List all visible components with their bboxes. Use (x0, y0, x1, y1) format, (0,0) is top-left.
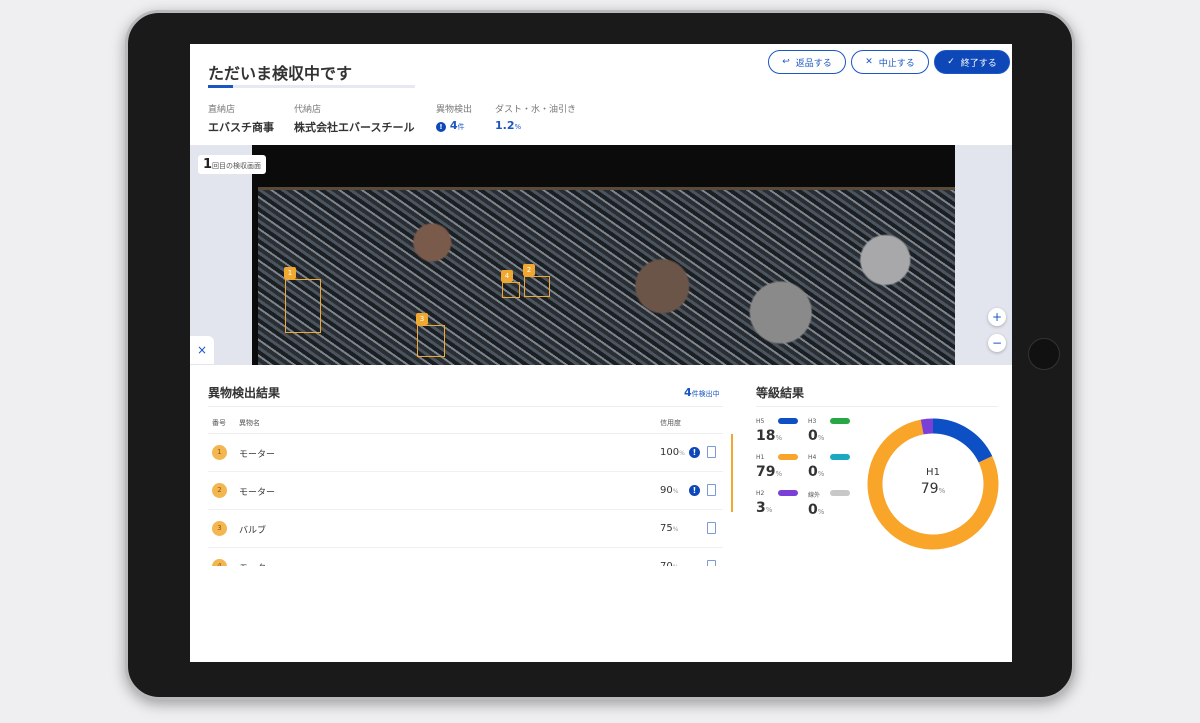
scrollbar[interactable] (731, 434, 733, 512)
finish-button[interactable]: ✓ 終了する (934, 50, 1010, 74)
info-dust: ダスト・水・油引き 1.2% (495, 105, 577, 132)
row-confidence: 90% (660, 485, 679, 496)
legend-item: H2 3% (756, 490, 798, 516)
return-arrow-icon: ↩ (782, 57, 790, 67)
row-confidence: 100% (660, 447, 685, 458)
return-button[interactable]: ↩ 返品する (768, 50, 846, 74)
foreign-list: 1 モーター 100% ! 2 モーター 90% ! 3 バルブ 75% 4 モ… (190, 434, 735, 566)
foreign-title: 異物検出結果 (208, 386, 281, 400)
trash-icon[interactable] (707, 560, 716, 566)
page-title: ただいま検収中です (208, 64, 353, 83)
trash-icon[interactable] (707, 522, 716, 534)
info-direct-store: 直納店 エバスチ商事 (208, 105, 274, 134)
stop-button[interactable]: ✕ 中止する (851, 50, 929, 74)
detection-box[interactable]: 2 (523, 264, 550, 297)
progress-bar (208, 85, 415, 88)
foreign-count: 4件検出中 (684, 386, 720, 399)
capture-label: 1回目の検収画面 (198, 155, 267, 174)
detection-box[interactable]: 4 (501, 270, 520, 298)
donut-slice-h2 (920, 418, 934, 435)
alert-icon[interactable]: ! (689, 447, 700, 458)
home-button[interactable] (1028, 338, 1060, 370)
detection-box[interactable]: 3 (416, 313, 445, 357)
detection-box[interactable]: 1 (284, 267, 321, 333)
zoom-out-button[interactable]: − (988, 334, 1006, 352)
trash-icon[interactable] (707, 484, 716, 496)
inspection-image-area: 1 2 3 4 1回目の検収画面 + − × (190, 145, 1012, 365)
legend-item: H4 0% (808, 454, 850, 480)
trash-icon[interactable] (707, 446, 716, 458)
grade-title: 等級結果 (756, 386, 805, 400)
info-agent-store: 代納店 株式会社エバースチール (294, 105, 415, 134)
legend-item: H3 0% (808, 418, 850, 444)
row-number-badge: 1 (212, 445, 227, 460)
row-name: モーター (239, 450, 276, 460)
table-row[interactable]: 3 バルブ 75% (208, 510, 723, 548)
row-name: モーター (239, 561, 275, 566)
row-number-badge: 3 (212, 521, 227, 536)
info-foreign-count: 異物検出! 4件 (436, 105, 473, 132)
close-panel-button[interactable]: × (190, 336, 214, 364)
legend-item: H1 79% (756, 454, 798, 480)
alert-icon[interactable]: ! (689, 485, 700, 496)
row-confidence: 70% (660, 561, 678, 566)
check-icon: ✓ (947, 57, 955, 67)
table-row[interactable]: 1 モーター 100% ! (208, 434, 723, 472)
zoom-in-button[interactable]: + (988, 308, 1006, 326)
col-num: 番号 (212, 419, 226, 427)
table-row[interactable]: 2 モーター 90% ! (208, 472, 723, 510)
table-row[interactable]: 4 モーター 70% (208, 548, 723, 566)
scrap-photo[interactable]: 1 2 3 4 (252, 145, 955, 365)
screen: ただいま検収中です 直納店 エバスチ商事 代納店 株式会社エバースチール 異物検出!… (190, 44, 1012, 662)
row-name: バルブ (239, 526, 267, 536)
donut-center: H1 79% (920, 467, 946, 497)
row-confidence: 75% (660, 523, 679, 534)
row-name: モーター (239, 488, 276, 498)
row-number-badge: 4 (212, 559, 227, 566)
legend-item: 線外 0% (808, 490, 850, 518)
col-name: 異物名 (239, 419, 260, 427)
close-icon: ✕ (865, 57, 873, 67)
col-confidence: 信用度 (660, 419, 681, 427)
donut-slice-h5 (932, 418, 993, 463)
legend-item: H5 18% (756, 418, 798, 444)
row-number-badge: 2 (212, 483, 227, 498)
alert-icon: ! (436, 122, 446, 132)
